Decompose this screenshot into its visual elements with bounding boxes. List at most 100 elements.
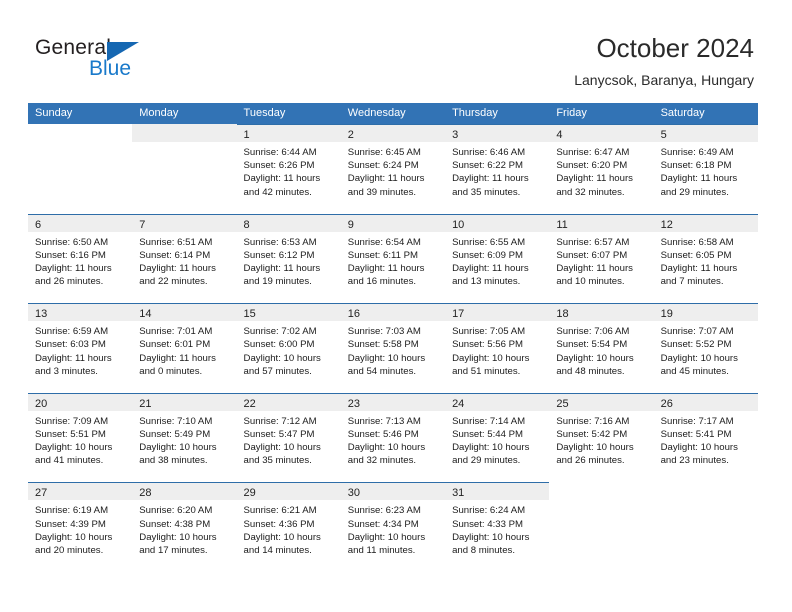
date-strip: 28 bbox=[132, 482, 237, 501]
sunset-text: Sunset: 6:05 PM bbox=[660, 249, 732, 261]
day-cell-19[interactable]: 19 Sunrise: 7:07 AM Sunset: 5:52 PM Dayligh… bbox=[653, 303, 758, 393]
sunset-text: Sunset: 6:09 PM bbox=[452, 249, 523, 261]
sunrise-text: Sunrise: 7:12 AM bbox=[243, 415, 317, 427]
date-number: 28 bbox=[139, 487, 152, 500]
date-number: 8 bbox=[243, 218, 250, 231]
daylight-text: Daylight: 11 hours and 35 minutes. bbox=[452, 173, 529, 198]
day-cell-29[interactable]: 29 Sunrise: 6:21 AM Sunset: 4:36 PM Dayligh… bbox=[236, 482, 341, 572]
day-cell-empty bbox=[132, 124, 237, 214]
day-details: Sunrise: 7:16 AM Sunset: 5:42 PM Daylight:… bbox=[549, 411, 653, 468]
day-cell-11[interactable]: 11 Sunrise: 6:57 AM Sunset: 6:07 PM Dayligh… bbox=[549, 213, 654, 304]
day-cell-8[interactable]: 8 Sunrise: 6:53 AM Sunset: 6:12 PM Daylight… bbox=[236, 213, 341, 304]
day-details: Sunrise: 7:06 AM Sunset: 5:54 PM Daylight:… bbox=[549, 321, 653, 378]
date-number: 24 bbox=[452, 397, 465, 410]
day-details: Sunrise: 7:05 AM Sunset: 5:56 PM Daylight:… bbox=[445, 321, 549, 378]
daylight-text: Daylight: 11 hours and 13 minutes. bbox=[452, 263, 529, 288]
sunrise-text: Sunrise: 7:07 AM bbox=[660, 326, 734, 338]
sunrise-text: Sunrise: 6:59 AM bbox=[35, 326, 109, 338]
daylight-text: Daylight: 10 hours and 35 minutes. bbox=[243, 442, 321, 467]
sunset-text: Sunset: 6:16 PM bbox=[35, 249, 106, 261]
date-strip: 8 bbox=[236, 213, 341, 232]
day-details: Sunrise: 7:13 AM Sunset: 5:46 PM Daylight:… bbox=[341, 411, 445, 468]
day-cell-20[interactable]: 20 Sunrise: 7:09 AM Sunset: 5:51 PM Dayligh… bbox=[28, 392, 133, 483]
day-cell-21[interactable]: 21 Sunrise: 7:10 AM Sunset: 5:49 PM Dayligh… bbox=[132, 392, 237, 483]
sunset-text: Sunset: 4:34 PM bbox=[347, 518, 419, 530]
day-cell-15[interactable]: 15 Sunrise: 7:02 AM Sunset: 6:00 PM Dayligh… bbox=[236, 303, 341, 393]
day-cell-23[interactable]: 23 Sunrise: 7:13 AM Sunset: 5:46 PM Dayligh… bbox=[340, 392, 446, 483]
date-number: 13 bbox=[35, 308, 48, 321]
daylight-text: Daylight: 10 hours and 45 minutes. bbox=[660, 352, 738, 377]
sunrise-text: Sunrise: 6:51 AM bbox=[139, 236, 213, 248]
sunset-text: Sunset: 5:47 PM bbox=[243, 428, 315, 440]
daylight-text: Daylight: 11 hours and 26 minutes. bbox=[35, 263, 112, 288]
calendar-week-row: 20 Sunrise: 7:09 AM Sunset: 5:51 PM Dayligh… bbox=[28, 392, 758, 483]
weekday-header-friday: Friday bbox=[556, 107, 587, 119]
day-cell-22[interactable]: 22 Sunrise: 7:12 AM Sunset: 5:47 PM Dayligh… bbox=[236, 392, 341, 483]
date-strip: 10 bbox=[445, 213, 550, 232]
date-strip: 16 bbox=[340, 303, 446, 322]
day-cell-30[interactable]: 30 Sunrise: 6:23 AM Sunset: 4:34 PM Dayligh… bbox=[340, 482, 446, 572]
day-details: Sunrise: 7:03 AM Sunset: 5:58 PM Daylight:… bbox=[341, 321, 445, 378]
daylight-text: Daylight: 11 hours and 10 minutes. bbox=[556, 263, 633, 288]
date-strip: 5 bbox=[653, 124, 758, 142]
date-strip: 27 bbox=[28, 482, 133, 501]
date-number: 30 bbox=[347, 487, 361, 500]
date-strip: 2 bbox=[340, 124, 446, 142]
day-details: Sunrise: 6:51 AM Sunset: 6:14 PM Daylight:… bbox=[132, 232, 236, 289]
day-details: Sunrise: 6:24 AM Sunset: 4:33 PM Daylight:… bbox=[445, 500, 549, 557]
date-strip: 23 bbox=[340, 392, 446, 411]
date-strip: 9 bbox=[340, 213, 446, 232]
day-cell-17[interactable]: 17 Sunrise: 7:05 AM Sunset: 5:56 PM Dayligh… bbox=[445, 303, 550, 393]
daylight-text: Daylight: 10 hours and 8 minutes. bbox=[452, 531, 530, 556]
day-details: Sunrise: 6:59 AM Sunset: 6:03 PM Daylight:… bbox=[28, 321, 132, 378]
day-cell-16[interactable]: 16 Sunrise: 7:03 AM Sunset: 5:58 PM Dayligh… bbox=[340, 303, 446, 393]
calendar-week-row: 27 Sunrise: 6:19 AM Sunset: 4:39 PM Dayligh… bbox=[28, 482, 758, 572]
daylight-text: Daylight: 11 hours and 3 minutes. bbox=[35, 352, 112, 377]
day-details: Sunrise: 6:21 AM Sunset: 4:36 PM Daylight:… bbox=[237, 500, 341, 557]
date-number: 29 bbox=[243, 487, 256, 500]
date-strip bbox=[549, 482, 653, 500]
day-cell-3[interactable]: 3 Sunrise: 6:46 AM Sunset: 6:22 PM Daylight… bbox=[445, 124, 550, 214]
day-cell-27[interactable]: 27 Sunrise: 6:19 AM Sunset: 4:39 PM Dayligh… bbox=[28, 482, 133, 572]
day-cell-9[interactable]: 9 Sunrise: 6:54 AM Sunset: 6:11 PM Daylight… bbox=[340, 213, 446, 304]
day-cell-2[interactable]: 2 Sunrise: 6:45 AM Sunset: 6:24 PM Daylight… bbox=[340, 124, 446, 214]
daylight-text: Daylight: 10 hours and 29 minutes. bbox=[452, 442, 530, 467]
sunrise-text: Sunrise: 7:16 AM bbox=[556, 415, 630, 427]
day-cell-4[interactable]: 4 Sunrise: 6:47 AM Sunset: 6:20 PM Daylight… bbox=[549, 124, 654, 214]
day-cell-18[interactable]: 18 Sunrise: 7:06 AM Sunset: 5:54 PM Dayligh… bbox=[549, 303, 654, 393]
sunset-text: Sunset: 6:18 PM bbox=[660, 160, 732, 172]
day-cell-7[interactable]: 7 Sunrise: 6:51 AM Sunset: 6:14 PM Daylight… bbox=[132, 213, 237, 304]
date-strip: 7 bbox=[132, 213, 237, 232]
day-cell-28[interactable]: 28 Sunrise: 6:20 AM Sunset: 4:38 PM Dayligh… bbox=[132, 482, 237, 572]
day-cell-24[interactable]: 24 Sunrise: 7:14 AM Sunset: 5:44 PM Dayligh… bbox=[445, 392, 550, 483]
date-strip: 15 bbox=[236, 303, 341, 322]
daylight-text: Daylight: 11 hours and 7 minutes. bbox=[660, 263, 738, 288]
day-cell-6[interactable]: 6 Sunrise: 6:50 AM Sunset: 6:16 PM Daylight… bbox=[28, 213, 133, 304]
sunrise-text: Sunrise: 6:53 AM bbox=[243, 236, 317, 248]
daylight-text: Daylight: 11 hours and 22 minutes. bbox=[139, 263, 216, 288]
sunset-text: Sunset: 5:46 PM bbox=[347, 428, 419, 440]
sunset-text: Sunset: 5:51 PM bbox=[35, 428, 106, 440]
date-number: 2 bbox=[347, 129, 354, 141]
date-strip: 31 bbox=[445, 482, 550, 501]
day-cell-13[interactable]: 13 Sunrise: 6:59 AM Sunset: 6:03 PM Dayligh… bbox=[28, 303, 133, 393]
day-cell-31[interactable]: 31 Sunrise: 6:24 AM Sunset: 4:33 PM Dayligh… bbox=[445, 482, 550, 572]
date-strip: 13 bbox=[28, 303, 133, 322]
calendar-grid: Sunday Monday Tuesday Wednesday Thursday Frid… bbox=[28, 103, 758, 572]
weekday-header-monday: Monday bbox=[139, 107, 179, 119]
day-cell-12[interactable]: 12 Sunrise: 6:58 AM Sunset: 6:05 PM Dayligh… bbox=[653, 213, 758, 304]
daylight-text: Daylight: 10 hours and 32 minutes. bbox=[347, 442, 426, 467]
date-number: 25 bbox=[556, 397, 569, 410]
date-number: 20 bbox=[35, 397, 48, 410]
date-number: 4 bbox=[556, 129, 563, 141]
day-cell-5[interactable]: 5 Sunrise: 6:49 AM Sunset: 6:18 PM Daylight… bbox=[653, 124, 758, 214]
day-cell-26[interactable]: 26 Sunrise: 7:17 AM Sunset: 5:41 PM Dayligh… bbox=[653, 392, 758, 483]
day-cell-1[interactable]: 1 Sunrise: 6:44 AM Sunset: 6:26 PM Daylight… bbox=[236, 124, 341, 214]
daylight-text: Daylight: 10 hours and 11 minutes. bbox=[347, 531, 426, 556]
day-cell-25[interactable]: 25 Sunrise: 7:16 AM Sunset: 5:42 PM Dayligh… bbox=[549, 392, 654, 483]
day-cell-14[interactable]: 14 Sunrise: 7:01 AM Sunset: 6:01 PM Dayligh… bbox=[132, 303, 237, 393]
sunset-text: Sunset: 5:56 PM bbox=[452, 339, 523, 351]
day-cell-10[interactable]: 10 Sunrise: 6:55 AM Sunset: 6:09 PM Dayligh… bbox=[445, 213, 550, 304]
sunrise-text: Sunrise: 7:09 AM bbox=[35, 415, 109, 427]
date-number: 12 bbox=[660, 218, 673, 231]
